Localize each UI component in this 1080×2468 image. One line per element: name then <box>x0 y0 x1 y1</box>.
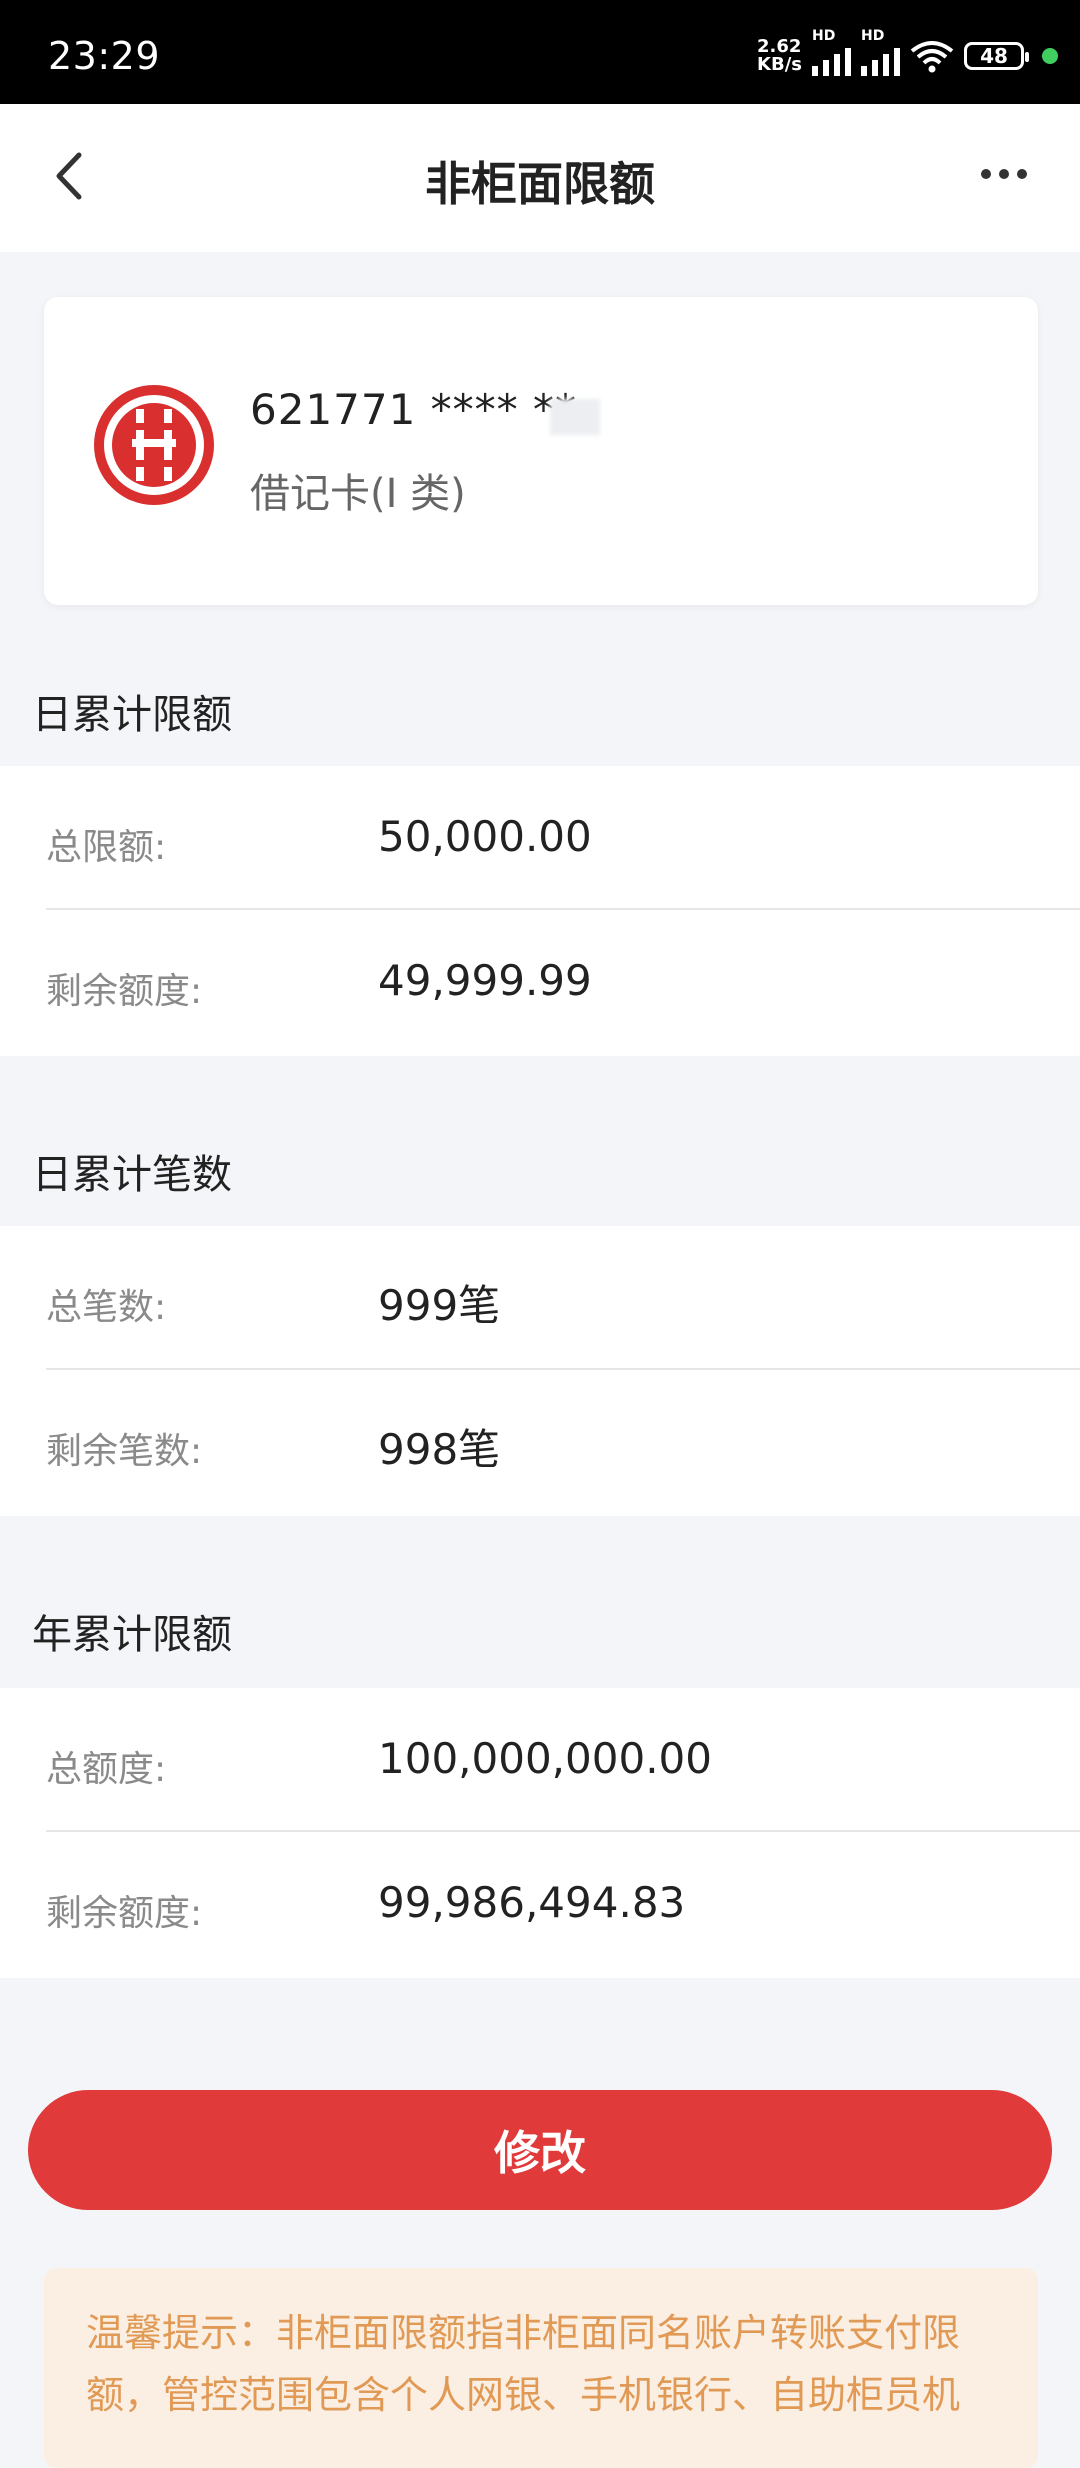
more-button[interactable] <box>964 154 1044 194</box>
row-total-yearly: 总额度: 100,000,000.00 <box>0 1688 1080 1832</box>
section-title-daily-limit: 日累计限额 <box>32 692 232 738</box>
row-label: 总限额: <box>46 827 167 868</box>
battery-icon: 48 <box>964 42 1029 70</box>
card-number: 621771 **** ** <box>250 385 578 434</box>
more-dot-icon <box>1017 169 1027 179</box>
status-icons: 2.62 KB/s HD HD 48 <box>757 28 1058 76</box>
signal-2-icon: HD <box>861 28 900 76</box>
bank-card: 621771 **** ** 借记卡(I 类) <box>44 297 1038 605</box>
card-type: 借记卡(I 类) <box>250 471 466 517</box>
page-title: 非柜面限额 <box>425 157 655 211</box>
row-total-count: 总笔数: 999笔 <box>0 1226 1080 1370</box>
signal-1-icon: HD <box>812 28 851 76</box>
row-remaining-yearly: 剩余额度: 99,986,494.83 <box>0 1832 1080 1976</box>
row-remaining-limit: 剩余额度: 49,999.99 <box>0 910 1080 1054</box>
more-dot-icon <box>999 169 1009 179</box>
active-indicator-icon <box>1042 48 1058 64</box>
network-speed: 2.62 KB/s <box>757 36 802 75</box>
row-label: 总额度: <box>46 1749 167 1790</box>
status-bar: 23:29 2.62 KB/s HD HD 48 <box>0 0 1080 104</box>
row-label: 总笔数: <box>46 1287 167 1328</box>
row-label: 剩余额度: <box>46 971 203 1012</box>
row-total-limit: 总限额: 50,000.00 <box>0 766 1080 910</box>
section-daily-limit: 总限额: 50,000.00 剩余额度: 49,999.99 <box>0 766 1080 1056</box>
modify-button[interactable]: 修改 <box>28 2090 1052 2210</box>
section-daily-count: 总笔数: 999笔 剩余笔数: 998笔 <box>0 1226 1080 1516</box>
more-dot-icon <box>981 169 991 179</box>
row-value: 998笔 <box>378 1425 501 1474</box>
row-label: 剩余笔数: <box>46 1431 203 1472</box>
row-value: 999笔 <box>378 1281 501 1330</box>
section-title-daily-count: 日累计笔数 <box>32 1152 232 1198</box>
row-value: 50,000.00 <box>378 812 592 861</box>
card-number-mask <box>550 399 600 435</box>
tip-box: 温馨提示：非柜面限额指非柜面同名账户转账支付限额，管控范围包含个人网银、手机银行… <box>44 2268 1038 2468</box>
row-value: 49,999.99 <box>378 956 592 1005</box>
section-yearly-limit: 总额度: 100,000,000.00 剩余额度: 99,986,494.83 <box>0 1688 1080 1978</box>
row-value: 100,000,000.00 <box>378 1734 712 1783</box>
section-title-yearly-limit: 年累计限额 <box>32 1612 232 1658</box>
tip-text: 温馨提示：非柜面限额指非柜面同名账户转账支付限额，管控范围包含个人网银、手机银行… <box>86 2311 961 2417</box>
nav-bar: 非柜面限额 <box>0 104 1080 252</box>
row-label: 剩余额度: <box>46 1893 203 1934</box>
row-remaining-count: 剩余笔数: 998笔 <box>0 1370 1080 1514</box>
bank-logo-icon <box>94 385 214 505</box>
row-value: 99,986,494.83 <box>378 1878 686 1927</box>
wifi-icon <box>910 41 954 73</box>
status-time: 23:29 <box>48 34 161 78</box>
